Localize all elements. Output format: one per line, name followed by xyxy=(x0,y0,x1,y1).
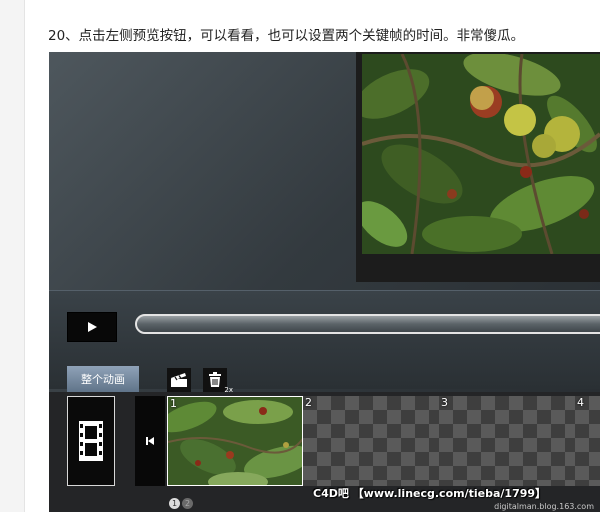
film-slot[interactable] xyxy=(67,396,115,486)
frame-number: 3 xyxy=(441,396,448,409)
play-button[interactable] xyxy=(67,312,117,342)
watermark: C4D吧 【www.linecg.com/tieba/1799】 xyxy=(313,487,547,500)
page-dot-2[interactable]: 2 xyxy=(182,498,193,509)
blog-caption: 20、点击左侧预览按钮，可以看看，也可以设置两个关键帧的时间。非常傻瓜。 xyxy=(48,28,525,44)
timeline-frame-4[interactable]: 4 xyxy=(575,396,600,486)
frame-thumbnail xyxy=(168,397,302,485)
timeline-frame-2[interactable]: 2 xyxy=(303,396,439,486)
skip-to-start-button[interactable] xyxy=(135,396,165,486)
slideshow-editor: 整个动画 2x 1 2 3 4 C4D吧 【www.linecg.com/tie… xyxy=(49,52,600,512)
preview-panel xyxy=(356,52,600,282)
film-strip-icon xyxy=(79,421,103,461)
tab-entire-animation[interactable]: 整个动画 xyxy=(67,366,139,392)
pagination: 1 2 xyxy=(169,498,193,509)
add-slide-button[interactable] xyxy=(167,368,191,392)
clapperboard-icon xyxy=(171,373,187,387)
play-icon xyxy=(88,322,97,332)
skip-to-start-icon xyxy=(146,437,154,445)
page-margin xyxy=(0,0,25,512)
trash-icon xyxy=(209,372,221,387)
page-dot-1[interactable]: 1 xyxy=(169,498,180,509)
frame-number: 2 xyxy=(305,396,312,409)
timeline-frame-3[interactable]: 3 xyxy=(439,396,575,486)
frame-number: 1 xyxy=(170,397,177,410)
frame-number: 4 xyxy=(577,396,584,409)
blog-watermark: digitalman.blog.163.com xyxy=(494,502,594,511)
progress-scrubber[interactable] xyxy=(135,314,600,334)
delete-button[interactable]: 2x xyxy=(203,368,233,394)
preview-image xyxy=(362,54,600,254)
timeline-frame-1[interactable]: 1 xyxy=(167,396,303,486)
